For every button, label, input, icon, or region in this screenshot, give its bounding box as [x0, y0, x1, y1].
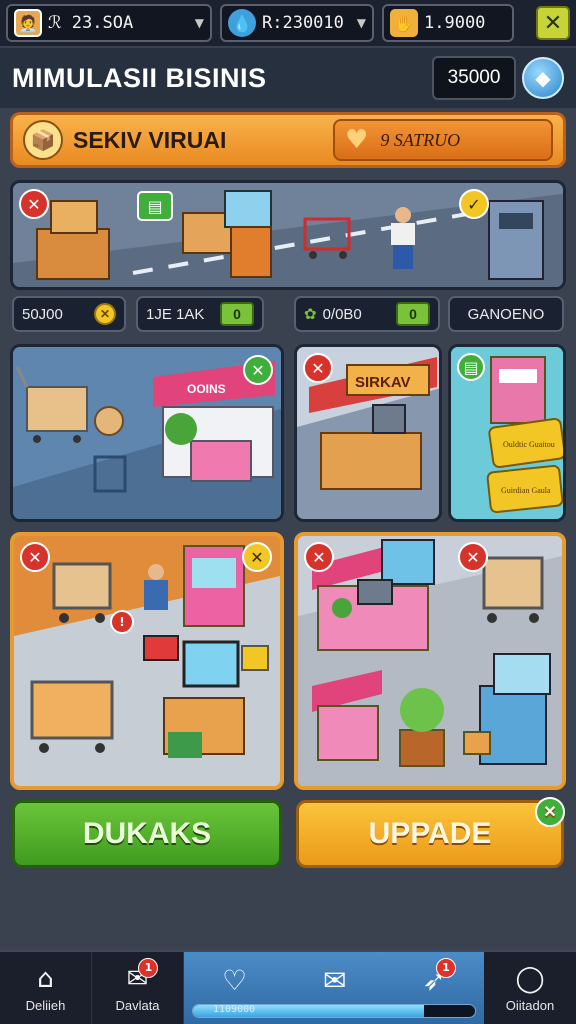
bottom-nav: ⌂ Deliieh ✉ 1 Davlata ♡ ✉ ➶ 1 1109000 ◯ Oi… [0, 950, 576, 1024]
stat-level: 1JE 1AK 0 [136, 296, 264, 332]
shield-icon[interactable]: ♡ [222, 964, 247, 997]
banner-reward-text: 9 SATRUO [380, 129, 461, 150]
stat-coins: 50J00 ✕ [12, 296, 126, 332]
cash-register-icon: ▤ [137, 191, 173, 221]
storefront-scene-art [298, 536, 562, 786]
warehouse-scene[interactable]: ✕ ▤ ✓ [10, 180, 566, 290]
ticket-scene[interactable]: Ouldtic Guaitou Guirdian Gaula ▤ [448, 344, 566, 522]
gem-shop-button[interactable]: ◆ [522, 57, 564, 99]
nav-orders[interactable]: ✉ 1 Davlata [92, 952, 184, 1024]
page-title: MIMULASII BISINIS [12, 62, 267, 93]
alert-icon[interactable]: ✕ [304, 542, 334, 572]
cash-value: ℛ 23.SOA [48, 13, 134, 33]
tools-icon[interactable]: ✕ [242, 542, 272, 572]
gem-resource[interactable]: 💧 R:230010 ▼ [220, 4, 374, 42]
alert-icon[interactable]: ✕ [458, 542, 488, 572]
stat-coins-value: 50J00 [22, 305, 63, 323]
supermarket-scene-art [14, 536, 280, 786]
nav-home-label: Deliieh [25, 997, 66, 1013]
shop-scene[interactable]: SIRKAV ✕ [294, 344, 442, 522]
banner-reward[interactable]: ♥ 9 SATRUO [333, 119, 553, 161]
stat-stock-badge: 0 [396, 302, 430, 326]
stat-stock-value: 0/0B0 [322, 305, 362, 323]
stat-stock: ✿ 0/0B0 0 [294, 296, 440, 332]
nav-profile[interactable]: ◯ Oiitadon [484, 952, 576, 1024]
svg-text:Ouldtic Guaitou: Ouldtic Guaitou [503, 440, 555, 449]
svg-text:SIRKAV: SIRKAV [355, 374, 411, 391]
supermarket-scene[interactable]: ✕ ✕ ! [10, 532, 284, 790]
upgrade-button[interactable]: UPPADE ✕ [296, 797, 565, 868]
banner-title: SEKIV VIRUAI [73, 126, 227, 153]
gem-icon: 💧 [228, 9, 256, 37]
alert-icon[interactable]: ✕ [20, 542, 50, 572]
svg-text:OOINS: OOINS [187, 382, 226, 396]
market-stall-scene[interactable]: OOINS ✕ [10, 344, 284, 522]
clover-icon: ✿ [304, 306, 317, 323]
ticket-icon[interactable]: ▤ [457, 353, 485, 381]
gold-value: 1.9000 [424, 13, 486, 33]
svg-text:Guirdian Gaula: Guirdian Gaula [501, 486, 551, 495]
experience-progress-bar: 1109000 [192, 1004, 476, 1018]
notification-badge: 1 [138, 957, 159, 978]
close-icon[interactable]: ✕ [243, 355, 273, 385]
stat-level-badge: 0 [220, 302, 254, 326]
ticket-icon: ✉ 1 [127, 957, 159, 994]
gem-value: R:230010 [262, 13, 344, 33]
progress-text: 1109000 [213, 1004, 256, 1015]
alert-icon[interactable]: ! [110, 610, 134, 634]
notification-badge: 1 [436, 957, 456, 978]
title-bar: MIMULASII BISINIS 35000 ◆ [0, 48, 576, 108]
circle-icon: ◯ [515, 963, 545, 994]
alert-icon[interactable]: ✕ [19, 189, 49, 219]
storefront-scene[interactable]: ✕ ✕ [294, 532, 566, 790]
upgrade-button-label: UPPADE [368, 817, 492, 850]
nav-profile-label: Oiitadon [505, 997, 555, 1013]
gold-bar-icon: ✋ [390, 9, 418, 37]
balance-display: 35000 [432, 56, 516, 100]
resource-bar: 🧑‍💼 ℛ 23.SOA ▼ 💧 R:230010 ▼ ✋ 1.9000 ✕ [0, 0, 576, 46]
stat-level-value: 1JE 1AK [146, 305, 205, 323]
alert-icon[interactable]: ✕ [303, 353, 333, 383]
gold-resource[interactable]: ✋ 1.9000 [382, 4, 514, 42]
shop-icon: 🧑‍💼 [14, 9, 42, 37]
nav-home[interactable]: ⌂ Deliieh [0, 952, 92, 1024]
home-icon: ⌂ [37, 963, 54, 994]
heart-icon: ♥ [345, 125, 369, 155]
diamond-icon: ◆ [535, 66, 551, 90]
close-button[interactable]: ✕ [536, 6, 570, 40]
coin-icon[interactable]: ✓ [459, 189, 489, 219]
chevron-down-icon: ▼ [356, 16, 366, 30]
build-button[interactable]: DUKAKS [12, 800, 282, 868]
nav-orders-label: Davlata [115, 997, 160, 1013]
cash-resource[interactable]: 🧑‍💼 ℛ 23.SOA ▼ [6, 4, 212, 42]
close-icon[interactable]: ✕ [535, 797, 565, 827]
stat-category-label: GANOENO [467, 305, 545, 323]
nav-center-panel: ♡ ✉ ➶ 1 1109000 [184, 952, 484, 1024]
mission-banner[interactable]: 📦 SEKIV VIRUAI ♥ 9 SATRUO [10, 112, 566, 168]
stat-category[interactable]: GANOENO [448, 296, 564, 332]
coin-icon: ✕ [94, 303, 116, 325]
rocket-icon[interactable]: ➶ 1 [423, 957, 456, 997]
mail-icon[interactable]: ✉ [323, 964, 346, 997]
box-icon: 📦 [23, 120, 63, 160]
chevron-down-icon: ▼ [194, 16, 204, 30]
